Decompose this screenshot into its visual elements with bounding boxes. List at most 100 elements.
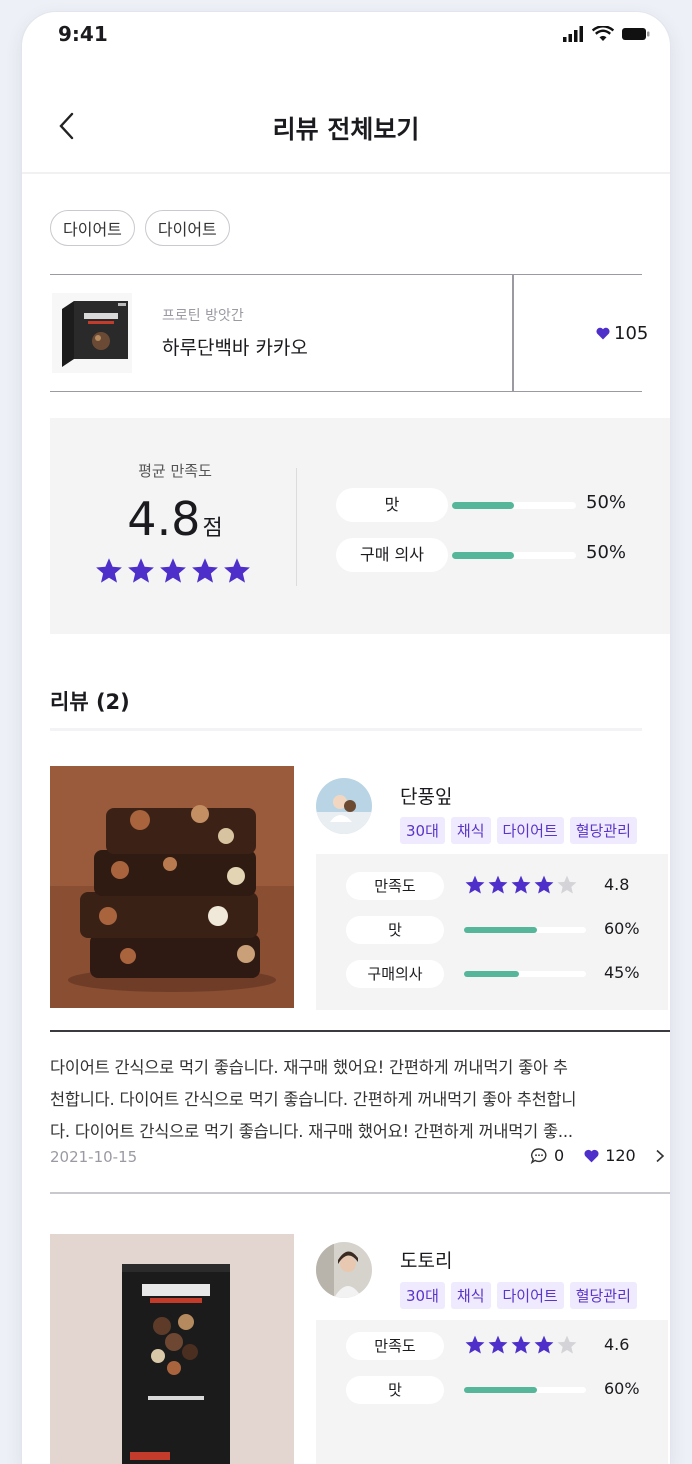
metric-value: 50% xyxy=(586,542,627,563)
reviewer-tag: 다이어트 xyxy=(496,1282,564,1309)
average-score-value: 4.8 xyxy=(127,492,201,546)
review-scores: 만족도 4.8 맛 60% 구매의사 45% xyxy=(316,854,668,1010)
review-date: 2021-10-15 xyxy=(50,1148,138,1166)
status-bar: 9:41 xyxy=(22,12,670,60)
review-text-line: 다. 다이어트 간식으로 먹기 좋습니다. 재구매 했어요! 간편하게 꺼내먹기… xyxy=(50,1122,573,1141)
summary-divider xyxy=(296,468,297,586)
rating-stars xyxy=(464,1334,578,1356)
chevron-right-icon[interactable] xyxy=(652,1148,668,1164)
review-photo[interactable] xyxy=(50,1234,294,1464)
reviewer-tag: 채식 xyxy=(450,817,491,844)
review-photo[interactable] xyxy=(50,766,294,1008)
divider xyxy=(50,1192,670,1194)
star-icon xyxy=(488,875,508,894)
score-taste: 맛 60% xyxy=(346,916,646,944)
star-icon xyxy=(224,558,250,583)
product-card[interactable]: 프로틴 방앗간 하루단백바 카카오 105 xyxy=(50,274,648,392)
average-rating: 평균 만족도 4.8점 xyxy=(50,418,300,634)
score-satisfaction: 만족도 4.6 xyxy=(346,1332,646,1360)
comment-icon[interactable] xyxy=(530,1147,548,1165)
metric-label: 맛 xyxy=(336,488,448,522)
score-purchase-intent: 구매의사 45% xyxy=(346,960,646,988)
metric-bar-fill xyxy=(452,502,514,509)
score-bar-fill xyxy=(464,927,538,933)
star-icon xyxy=(557,875,577,894)
score-label: 구매의사 xyxy=(346,960,444,988)
star-icon xyxy=(128,558,154,583)
star-icon xyxy=(488,1335,508,1354)
metric-bar xyxy=(452,502,576,509)
score-bar-fill xyxy=(464,971,519,977)
product-thumbnail xyxy=(52,293,132,373)
reviewer-tag: 혈당관리 xyxy=(569,817,637,844)
star-icon xyxy=(511,1335,531,1354)
average-stars xyxy=(94,556,252,586)
star-icon xyxy=(465,875,485,894)
rating-stars xyxy=(464,874,578,896)
reviewer-name: 도토리 xyxy=(400,1250,453,1272)
signal-icon xyxy=(563,26,583,42)
reviewer-tag: 혈당관리 xyxy=(569,1282,637,1309)
comment-count: 0 xyxy=(554,1146,565,1165)
star-icon xyxy=(511,875,531,894)
filter-chips: 다이어트 다이어트 xyxy=(50,210,230,246)
product-likes-count: 105 xyxy=(614,323,649,344)
product-likes[interactable]: 105 xyxy=(596,323,648,344)
reviewer-tag: 다이어트 xyxy=(496,817,564,844)
phone-screen: 9:41 리뷰 전체보기 다이어트 다이어트 프로틴 방앗간 하루단백바 카카오… xyxy=(22,12,670,1464)
reviewer-tag: 30대 xyxy=(400,1282,445,1309)
review-text-line: 다이어트 간식으로 먹기 좋습니다. 재구매 했어요! 간편하게 꺼내먹기 좋아… xyxy=(50,1058,568,1077)
reviewer-tag: 30대 xyxy=(400,817,445,844)
reviews-heading: 리뷰 (2) xyxy=(50,690,130,714)
review-text-line: 천합니다. 다이어트 간식으로 먹기 좋습니다. 간편하게 꺼내먹기 좋아 추천… xyxy=(50,1090,577,1109)
reviewer-tags: 30대 채식 다이어트 혈당관리 xyxy=(400,1282,637,1309)
product-divider xyxy=(512,275,514,391)
status-time: 9:41 xyxy=(58,22,108,46)
review-scores: 만족도 4.6 맛 60% xyxy=(316,1320,668,1464)
metric-taste: 맛 50% xyxy=(336,488,656,522)
page-title: 리뷰 전체보기 xyxy=(272,115,420,144)
rating-summary: 평균 만족도 4.8점 맛 50% 구매 의사 50% xyxy=(50,418,670,634)
score-value: 4.6 xyxy=(604,1335,630,1354)
reviewer-name: 단풍잎 xyxy=(400,786,453,808)
score-bar xyxy=(464,927,586,933)
score-bar-fill xyxy=(464,1387,538,1393)
heart-icon[interactable] xyxy=(584,1149,599,1163)
metric-bar xyxy=(452,552,576,559)
battery-icon xyxy=(622,28,650,40)
star-icon xyxy=(160,558,186,583)
wifi-icon xyxy=(592,26,614,41)
metric-label: 구매 의사 xyxy=(336,538,448,572)
score-value: 4.8 xyxy=(604,875,630,894)
score-label: 만족도 xyxy=(346,1332,444,1360)
heart-icon xyxy=(596,327,610,340)
metric-value: 50% xyxy=(586,492,627,513)
reviewer-tag: 채식 xyxy=(450,1282,491,1309)
average-score-unit: 점 xyxy=(202,516,223,541)
review-text[interactable]: 다이어트 간식으로 먹기 좋습니다. 재구매 했어요! 간편하게 꺼내먹기 좋아… xyxy=(50,1052,670,1148)
score-bar xyxy=(464,1387,586,1393)
product-name: 하루단백바 카카오 xyxy=(162,337,308,359)
app-header: 리뷰 전체보기 xyxy=(22,82,670,174)
star-icon xyxy=(534,875,554,894)
score-label: 맛 xyxy=(346,1376,444,1404)
filter-chip[interactable]: 다이어트 xyxy=(50,210,135,246)
score-value: 45% xyxy=(604,963,640,982)
filter-chip[interactable]: 다이어트 xyxy=(144,210,230,246)
avatar[interactable] xyxy=(316,1242,372,1298)
star-icon xyxy=(557,1335,577,1354)
metric-bar-fill xyxy=(452,552,514,559)
star-icon xyxy=(96,558,122,583)
product-category: 프로틴 방앗간 xyxy=(162,308,244,324)
status-icons xyxy=(562,26,650,42)
average-rating-label: 평균 만족도 xyxy=(138,462,212,480)
score-bar xyxy=(464,971,586,977)
score-label: 만족도 xyxy=(346,872,444,900)
score-satisfaction: 만족도 4.8 xyxy=(346,872,646,900)
avatar[interactable] xyxy=(316,778,372,834)
review-actions: 0 120 xyxy=(530,1146,668,1165)
divider xyxy=(50,1030,670,1032)
score-value: 60% xyxy=(604,919,640,938)
score-label: 맛 xyxy=(346,916,444,944)
average-rating-score: 4.8점 xyxy=(50,492,300,546)
